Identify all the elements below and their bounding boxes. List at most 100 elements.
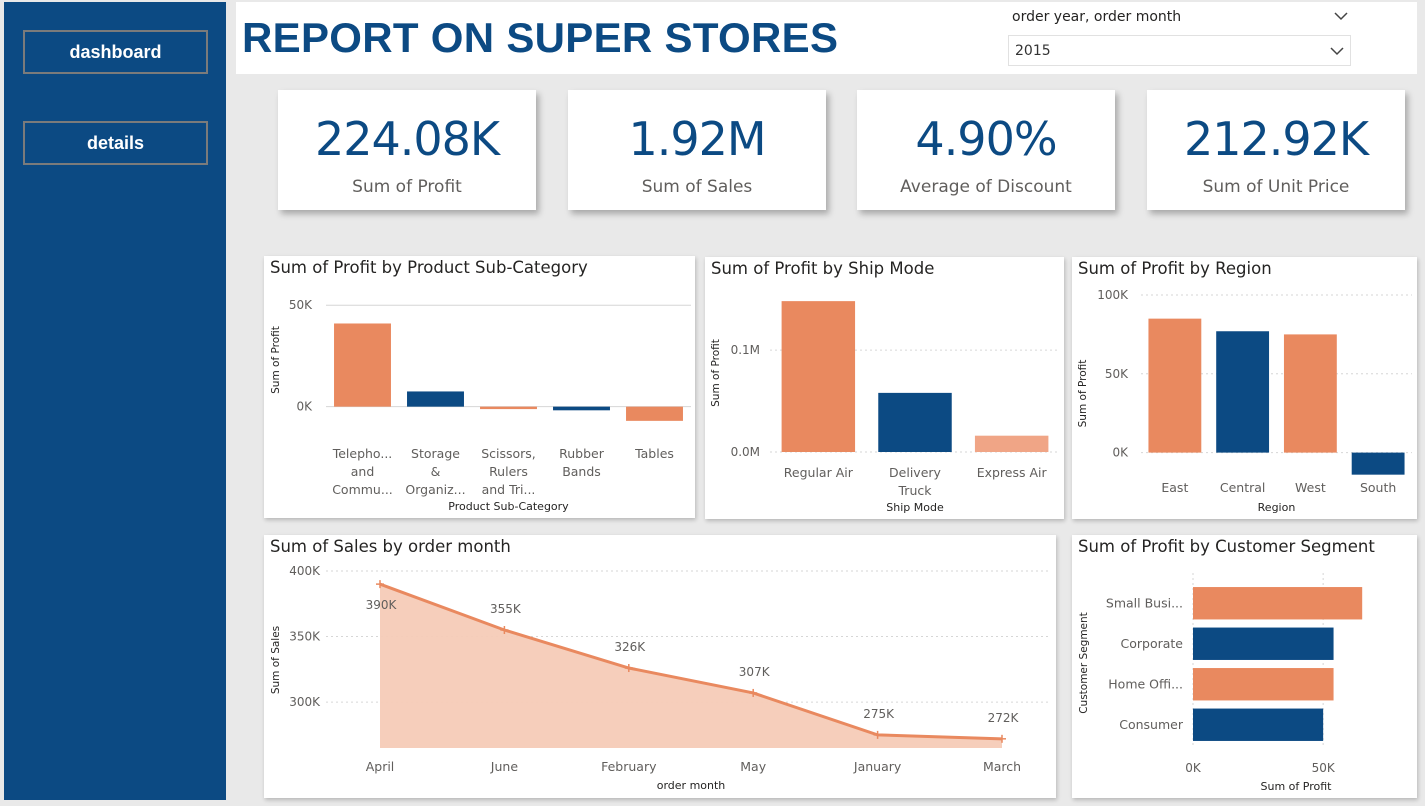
x-tick-label: & bbox=[431, 464, 441, 479]
x-tick-label: Rulers bbox=[489, 464, 528, 479]
area-fill bbox=[380, 584, 1002, 748]
kpi-value: 1.92M bbox=[628, 112, 766, 166]
kpi-card-profit: 224.08K Sum of Profit bbox=[278, 90, 536, 210]
y-tick-label: 50K bbox=[1105, 367, 1129, 381]
details-button[interactable]: details bbox=[23, 121, 208, 165]
bar bbox=[480, 406, 537, 410]
kpi-label: Average of Discount bbox=[900, 177, 1072, 197]
kpi-label: Sum of Profit bbox=[352, 177, 462, 197]
kpi-label: Sum of Sales bbox=[641, 177, 753, 197]
x-tick-label: 0K bbox=[1185, 761, 1202, 775]
x-tick-label: Central bbox=[1220, 480, 1266, 495]
x-tick-label: June bbox=[490, 759, 519, 774]
x-tick-label: March bbox=[983, 759, 1021, 774]
y-tick-label: 0K bbox=[1112, 446, 1129, 460]
data-label: 390K bbox=[366, 598, 398, 612]
bar bbox=[1216, 331, 1270, 453]
chart-card-profit-by-region: Sum of Profit by Region 0K 50K 100K East Cen… bbox=[1072, 257, 1417, 519]
dashboard-button[interactable]: dashboard bbox=[23, 30, 208, 74]
profit-by-segment-chart: 0K 50K Small Busi... Corporate Home Offi... C… bbox=[1078, 573, 1363, 793]
x-tick-label: Tables bbox=[634, 446, 674, 461]
bar bbox=[1283, 334, 1337, 453]
profit-by-ship-mode-chart: 0.0M 0.1M Regular Air Delivery Truck Express … bbox=[710, 301, 1060, 514]
x-tick-label: Organiz... bbox=[405, 482, 465, 497]
y-tick-label: 100K bbox=[1097, 288, 1129, 302]
x-tick-label: 50K bbox=[1312, 761, 1336, 775]
y-axis-label: Sum of Profit bbox=[710, 339, 722, 407]
bar bbox=[781, 301, 856, 452]
x-axis-label: order month bbox=[657, 779, 726, 792]
x-tick-label: Regular Air bbox=[784, 465, 854, 480]
data-label: 307K bbox=[739, 665, 771, 679]
x-tick-label: Storage bbox=[411, 446, 460, 461]
y-axis-label: Customer Segment bbox=[1078, 612, 1090, 714]
x-axis-label: Ship Mode bbox=[886, 501, 944, 514]
x-tick-label: West bbox=[1295, 480, 1326, 495]
bar bbox=[974, 435, 1049, 452]
y-tick-label: Small Busi... bbox=[1106, 595, 1183, 610]
data-label: 275K bbox=[863, 707, 895, 721]
sidebar: dashboard details bbox=[4, 2, 226, 800]
kpi-value: 224.08K bbox=[314, 112, 500, 166]
x-tick-label: Truck bbox=[898, 483, 933, 498]
slicer-selected-value: 2015 bbox=[1015, 43, 1051, 59]
x-tick-label: Rubber bbox=[559, 446, 605, 461]
x-tick-label: East bbox=[1161, 480, 1188, 495]
bar bbox=[1148, 318, 1202, 453]
data-label: 326K bbox=[614, 640, 646, 654]
x-tick-label: Express Air bbox=[977, 465, 1048, 480]
y-tick-label: 0.0M bbox=[731, 445, 760, 459]
year-slicer-dropdown[interactable]: 2015 bbox=[1008, 35, 1351, 66]
x-tick-label: April bbox=[366, 759, 395, 774]
bar bbox=[1193, 587, 1363, 620]
y-axis-label: Sum of Sales bbox=[270, 626, 282, 694]
chevron-down-icon[interactable] bbox=[1333, 8, 1349, 24]
bar bbox=[407, 391, 464, 407]
y-tick-label: Home Offi... bbox=[1108, 676, 1183, 691]
bar bbox=[878, 392, 952, 452]
profit-by-subcategory-chart: 0K 50K Telepho... and Commu... Storage & Organi… bbox=[270, 298, 691, 513]
y-tick-label: 350K bbox=[289, 630, 321, 644]
y-tick-label: 0K bbox=[296, 400, 313, 414]
kpi-label: Sum of Unit Price bbox=[1202, 177, 1350, 197]
x-tick-label: Bands bbox=[562, 464, 601, 479]
x-tick-label: May bbox=[740, 759, 766, 774]
y-tick-label: Corporate bbox=[1121, 636, 1184, 651]
bar bbox=[1351, 452, 1405, 475]
data-label: 355K bbox=[490, 602, 522, 616]
chevron-down-icon[interactable] bbox=[1329, 43, 1345, 59]
chart-card-profit-by-ship-mode: Sum of Profit by Ship Mode 0.0M 0.1M Regul… bbox=[705, 257, 1064, 519]
chart-card-sales-by-month: Sum of Sales by order month 300K 350K 400K… bbox=[264, 535, 1056, 798]
chart-card-profit-by-subcategory: Sum of Profit by Product Sub-Category 0K… bbox=[264, 256, 695, 518]
bar bbox=[1193, 627, 1334, 660]
data-label: 272K bbox=[988, 711, 1020, 725]
x-tick-label: Scissors, bbox=[481, 446, 536, 461]
x-tick-label: January bbox=[853, 759, 902, 774]
bar bbox=[626, 406, 683, 421]
page-title: REPORT ON SUPER STORES bbox=[242, 14, 839, 61]
bar bbox=[553, 406, 610, 411]
bar bbox=[1193, 708, 1324, 741]
x-tick-label: and Tri... bbox=[482, 482, 536, 497]
x-axis-label: Sum of Profit bbox=[1261, 780, 1333, 793]
x-tick-label: South bbox=[1360, 480, 1396, 495]
bar bbox=[334, 323, 391, 407]
y-axis-label: Sum of Profit bbox=[1077, 360, 1089, 428]
sales-by-month-chart: 300K 350K 400K 390K April 355K June 326K Februar… bbox=[270, 564, 1049, 792]
kpi-card-sales: 1.92M Sum of Sales bbox=[568, 90, 826, 210]
x-tick-label: February bbox=[601, 759, 657, 774]
x-tick-label: Telepho... bbox=[332, 446, 393, 461]
x-tick-label: Delivery bbox=[889, 465, 941, 480]
y-tick-label: 0.1M bbox=[731, 343, 760, 357]
x-axis-label: Product Sub-Category bbox=[448, 500, 569, 513]
kpi-value: 212.92K bbox=[1183, 112, 1369, 166]
chart-card-profit-by-segment: Sum of Profit by Customer Segment 0K 50K S… bbox=[1072, 535, 1417, 798]
x-tick-label: Commu... bbox=[332, 482, 393, 497]
y-tick-label: Consumer bbox=[1119, 717, 1184, 732]
y-axis-label: Sum of Profit bbox=[270, 326, 282, 394]
y-tick-label: 400K bbox=[289, 564, 321, 578]
y-tick-label: 300K bbox=[289, 695, 321, 709]
y-tick-label: 50K bbox=[289, 298, 313, 312]
bar bbox=[1193, 668, 1334, 701]
header: REPORT ON SUPER STORES order year, order… bbox=[236, 2, 1417, 74]
